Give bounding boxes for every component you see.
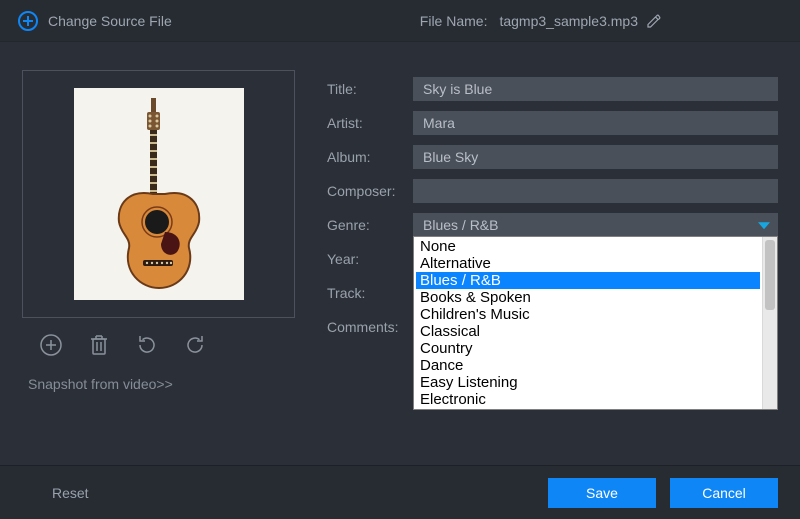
genre-option[interactable]: Classical xyxy=(416,323,760,340)
comments-label: Comments: xyxy=(327,319,413,335)
change-source-file-button[interactable]: Change Source File xyxy=(18,11,172,31)
album-input[interactable] xyxy=(413,145,778,169)
scrollbar-thumb[interactable] xyxy=(765,240,775,310)
filename-value: tagmp3_sample3.mp3 xyxy=(499,13,638,29)
chevron-down-icon xyxy=(758,222,770,229)
plus-circle-icon xyxy=(18,11,38,31)
filename-label: File Name: xyxy=(420,13,488,29)
year-label: Year: xyxy=(327,251,413,267)
genre-option[interactable]: Electronic xyxy=(416,391,760,408)
row-title: Title: xyxy=(327,76,778,102)
rename-file-button[interactable] xyxy=(646,13,662,29)
album-art-image xyxy=(74,88,244,300)
delete-artwork-button[interactable] xyxy=(86,332,112,358)
composer-label: Composer: xyxy=(327,183,413,199)
genre-option-list: NoneAlternativeBlues / R&BBooks & Spoken… xyxy=(414,237,762,409)
genre-select[interactable]: Blues / R&B xyxy=(413,213,778,237)
genre-option[interactable]: Children's Music xyxy=(416,306,760,323)
bottom-bar: Reset Save Cancel xyxy=(0,465,800,519)
genre-option[interactable]: None xyxy=(416,238,760,255)
main-area: Snapshot from video>> Title: Artist: Alb… xyxy=(0,42,800,465)
change-source-label: Change Source File xyxy=(48,13,172,29)
metadata-form: Title: Artist: Album: Composer: Genre: B… xyxy=(327,70,778,465)
snapshot-from-video-link[interactable]: Snapshot from video>> xyxy=(22,376,297,392)
track-label: Track: xyxy=(327,285,413,301)
top-bar: Change Source File File Name: tagmp3_sam… xyxy=(0,0,800,42)
row-album: Album: xyxy=(327,144,778,170)
artwork-tool-row xyxy=(22,332,297,358)
genre-dropdown[interactable]: NoneAlternativeBlues / R&BBooks & Spoken… xyxy=(413,236,778,410)
genre-option[interactable]: Country xyxy=(416,340,760,357)
row-genre: Genre: Blues / R&B xyxy=(327,212,778,238)
genre-option[interactable]: Blues / R&B xyxy=(416,272,760,289)
title-input[interactable] xyxy=(413,77,778,101)
artist-input[interactable] xyxy=(413,111,778,135)
genre-option[interactable]: Books & Spoken xyxy=(416,289,760,306)
genre-option[interactable]: Alternative xyxy=(416,255,760,272)
genre-select-value: Blues / R&B xyxy=(423,217,498,233)
reset-button[interactable]: Reset xyxy=(22,479,119,507)
genre-option[interactable]: Easy Listening xyxy=(416,374,760,391)
rotate-cw-button[interactable] xyxy=(182,332,208,358)
album-art-frame xyxy=(22,70,295,318)
row-artist: Artist: xyxy=(327,110,778,136)
artist-label: Artist: xyxy=(327,115,413,131)
album-label: Album: xyxy=(327,149,413,165)
composer-input[interactable] xyxy=(413,179,778,203)
title-label: Title: xyxy=(327,81,413,97)
genre-option[interactable]: Dance xyxy=(416,357,760,374)
cancel-button[interactable]: Cancel xyxy=(670,478,778,508)
left-panel: Snapshot from video>> xyxy=(22,70,297,465)
save-button[interactable]: Save xyxy=(548,478,656,508)
file-name-display: File Name: tagmp3_sample3.mp3 xyxy=(420,13,662,29)
rotate-ccw-button[interactable] xyxy=(134,332,160,358)
genre-label: Genre: xyxy=(327,217,413,233)
row-composer: Composer: xyxy=(327,178,778,204)
dropdown-scrollbar[interactable] xyxy=(762,237,777,409)
add-artwork-button[interactable] xyxy=(38,332,64,358)
